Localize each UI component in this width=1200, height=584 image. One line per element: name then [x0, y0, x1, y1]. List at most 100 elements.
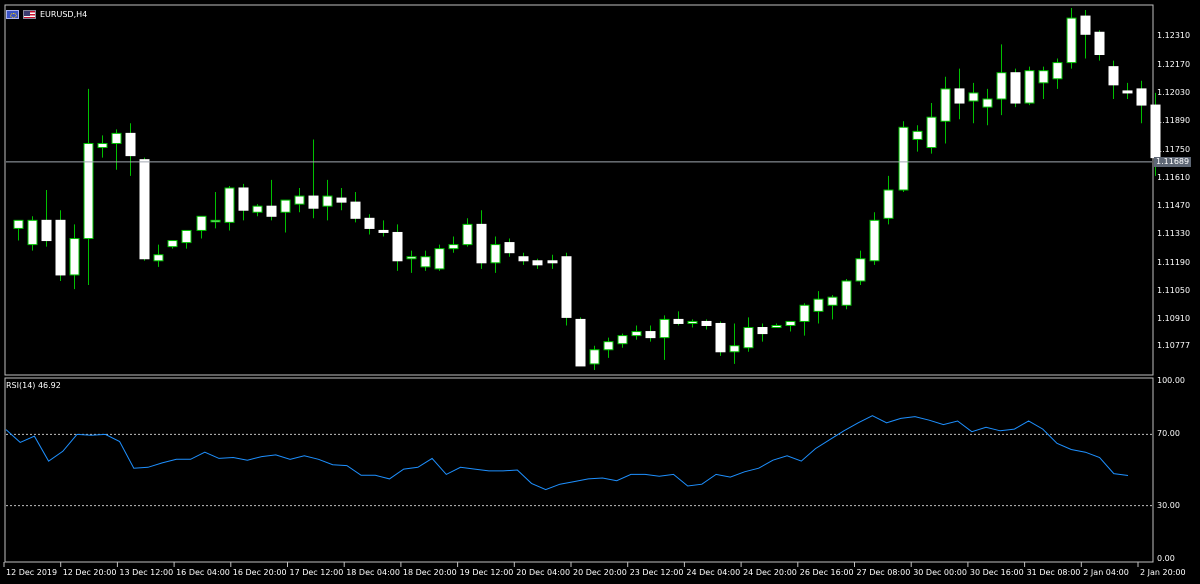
- candle-body: [841, 280, 852, 306]
- candle-body: [883, 189, 894, 219]
- candle-body: [518, 256, 529, 262]
- time-axis-label: 13 Dec 12:00: [119, 568, 174, 577]
- price-axis-label: 1.10910: [1157, 314, 1191, 324]
- price-axis-label: 1.11330: [1157, 229, 1191, 239]
- candle-body: [448, 244, 459, 250]
- candle-body: [968, 92, 979, 102]
- candle-body: [645, 331, 656, 339]
- current-price-tag: 1.11689: [1154, 156, 1192, 167]
- symbol-header: EURUSD,H4: [6, 8, 87, 20]
- candle-body: [13, 219, 24, 229]
- time-axis-label: 23 Dec 12:00: [629, 568, 684, 577]
- price-axis-label: 1.10777: [1157, 341, 1191, 351]
- candle-body: [490, 244, 501, 264]
- price-axis-label: 1.12170: [1157, 59, 1191, 69]
- rsi-axis-label: 100.00: [1157, 376, 1185, 385]
- candle-body: [196, 215, 207, 231]
- candle-body: [1080, 15, 1091, 35]
- time-ticks: [3, 562, 1139, 567]
- candle-body: [771, 324, 782, 329]
- time-axis-label: 30 Dec 00:00: [913, 568, 967, 577]
- candle-body: [982, 98, 993, 108]
- time-axis-label: 20 Dec 20:00: [573, 568, 627, 577]
- chart-canvas[interactable]: [0, 0, 1200, 584]
- candle-body: [294, 195, 305, 205]
- candle-body: [181, 229, 192, 244]
- candle-body: [954, 88, 965, 104]
- time-axis-label: 18 Dec 20:00: [402, 568, 457, 577]
- candle-body: [926, 116, 937, 149]
- candle-body: [1038, 70, 1049, 84]
- rsi-axis-label: 0.00: [1157, 554, 1175, 563]
- candle-body: [631, 331, 642, 337]
- candle-body: [532, 260, 543, 266]
- candle-body: [125, 132, 136, 157]
- rsi-label: RSI(14) 46.92: [6, 381, 61, 390]
- candle-body: [504, 242, 515, 254]
- candle-body: [729, 345, 740, 353]
- candle-body: [111, 132, 122, 144]
- time-axis-label: 20 Dec 04:00: [516, 568, 571, 577]
- candle-body: [575, 318, 586, 367]
- price-axis-label: 1.11050: [1157, 286, 1191, 296]
- candle-body: [41, 219, 52, 242]
- time-axis-label: 27 Dec 08:00: [856, 568, 911, 577]
- candle-body: [139, 159, 150, 260]
- candle-body: [1024, 70, 1035, 104]
- candle-body: [1066, 17, 1077, 64]
- eu-flag-icon: [6, 9, 19, 19]
- candle-body: [238, 187, 249, 211]
- candle-body: [280, 199, 291, 213]
- candle-body: [153, 254, 164, 262]
- time-axis-label: 31 Dec 08:00: [1026, 568, 1081, 577]
- symbol-title: EURUSD,H4: [40, 9, 88, 19]
- candle-body: [687, 320, 698, 324]
- candle-body: [603, 341, 614, 351]
- candle-body: [210, 219, 221, 223]
- candle-body: [364, 217, 375, 229]
- price-axis-label: 1.12310: [1157, 31, 1191, 41]
- time-axis-label: 17 Dec 12:00: [289, 568, 344, 577]
- candle-body: [589, 349, 600, 365]
- candle-body: [1136, 88, 1147, 106]
- candle-body: [1094, 31, 1105, 56]
- candle-body: [617, 335, 628, 345]
- candle-body: [167, 240, 178, 248]
- candle-body: [701, 320, 712, 326]
- time-axis-label: 16 Dec 04:00: [176, 568, 230, 577]
- candle-body: [827, 296, 838, 306]
- candle-body: [462, 223, 473, 246]
- price-axis-label: 1.11890: [1157, 116, 1191, 126]
- time-axis-label: 12 Dec 20:00: [62, 568, 117, 577]
- candle-body: [252, 205, 263, 213]
- candle-body: [83, 142, 94, 240]
- candle-body: [912, 130, 923, 140]
- price-axis-label: 1.11470: [1157, 201, 1191, 211]
- candle-body: [561, 256, 572, 318]
- candle-body: [940, 88, 951, 122]
- candle-body: [869, 219, 880, 262]
- candle-body: [996, 72, 1007, 100]
- rsi-axis-label: 70.00: [1157, 429, 1180, 439]
- candle-body: [673, 318, 684, 324]
- candle-body: [799, 304, 810, 322]
- price-axis-label: 1.11610: [1157, 172, 1191, 182]
- time-axis-label: 19 Dec 12:00: [459, 568, 514, 577]
- time-axis-label: 24 Dec 04:00: [686, 568, 741, 577]
- candle-body: [1010, 72, 1021, 104]
- time-axis-label: 16 Dec 20:00: [232, 568, 287, 577]
- candle-body: [266, 205, 277, 217]
- candle-body: [336, 197, 347, 203]
- candle-body: [406, 256, 417, 260]
- candle-body: [392, 231, 403, 262]
- candle-body: [434, 248, 445, 270]
- price-axis-label: 1.12030: [1157, 87, 1191, 97]
- rsi-axis-label: 30.00: [1157, 500, 1180, 510]
- candle-body: [224, 187, 235, 223]
- candle-body: [69, 238, 80, 276]
- candle-body: [785, 320, 796, 326]
- candle-body: [1108, 66, 1119, 86]
- candle-body: [715, 322, 726, 353]
- candle-body: [813, 298, 824, 312]
- candle-body: [350, 201, 361, 219]
